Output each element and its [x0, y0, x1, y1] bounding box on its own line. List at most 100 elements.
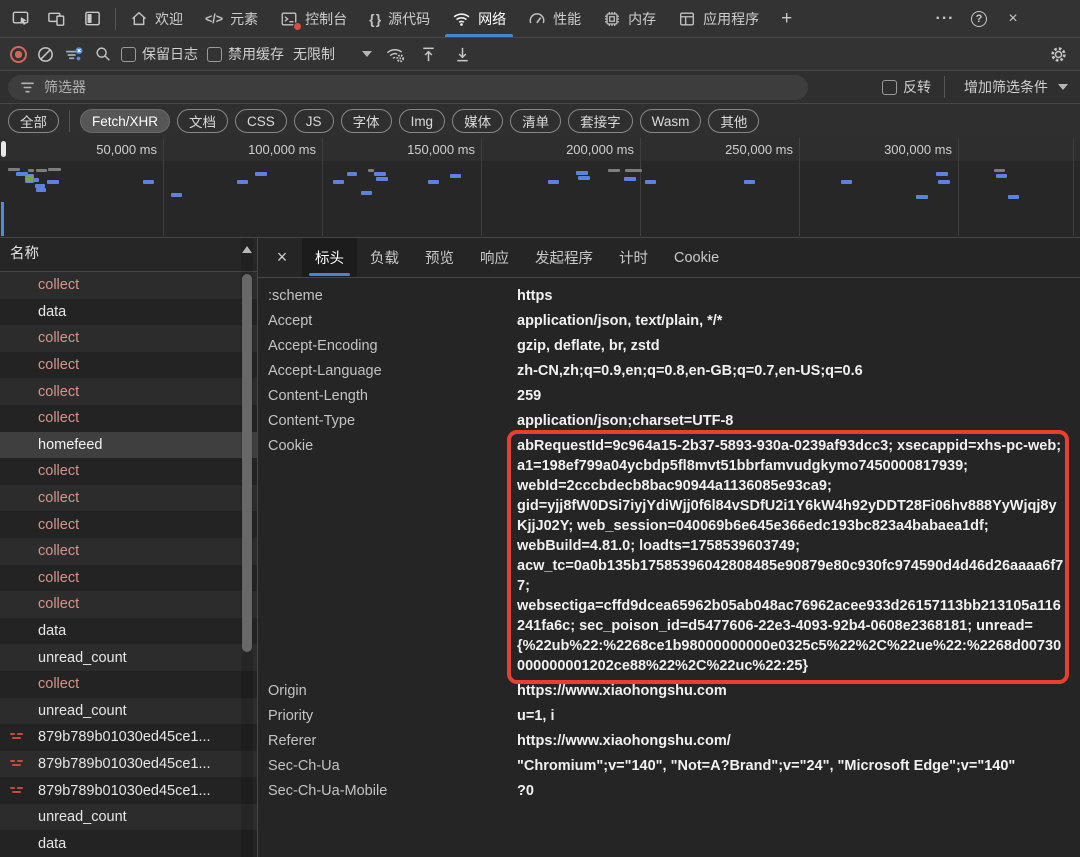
- type-chip-wasm[interactable]: Wasm: [640, 109, 702, 133]
- overview-handle[interactable]: [1, 141, 6, 157]
- cookie-value-wrap: abRequestId=9c964a15-2b37-5893-930a-0239…: [517, 436, 1066, 676]
- device-emulation-icon[interactable]: [38, 0, 74, 37]
- detail-tab-响应[interactable]: 响应: [467, 238, 522, 277]
- request-row[interactable]: data: [0, 618, 257, 645]
- tab-源代码[interactable]: { }源代码: [358, 0, 441, 37]
- tab-new[interactable]: +: [770, 0, 803, 37]
- request-row[interactable]: collect: [0, 458, 257, 485]
- detail-tab-Cookie[interactable]: Cookie: [661, 238, 732, 277]
- request-row[interactable]: collect: [0, 378, 257, 405]
- search-icon[interactable]: [94, 45, 112, 63]
- request-row[interactable]: collect: [0, 272, 257, 299]
- request-row[interactable]: 879b789b01030ed45ce1...: [0, 777, 257, 804]
- type-chip--[interactable]: 套接字: [568, 109, 633, 133]
- devtools-tabs: 欢迎</>元素控制台{ }源代码网络性能内存应用程序 +: [119, 0, 803, 37]
- detail-tabs: ×标头负载预览响应发起程序计时Cookie: [258, 238, 1080, 278]
- request-row[interactable]: unread_count: [0, 804, 257, 831]
- dock-side-icon[interactable]: [74, 0, 110, 37]
- header-value: u=1, i: [517, 706, 1066, 726]
- tab-内存[interactable]: 内存: [592, 0, 667, 37]
- request-row[interactable]: 879b789b01030ed45ce1...: [0, 751, 257, 778]
- header-value: abRequestId=9c964a15-2b37-5893-930a-0239…: [517, 436, 1066, 676]
- type-chip--[interactable]: 全部: [8, 109, 59, 133]
- settings-gear-icon[interactable]: [1049, 45, 1068, 64]
- request-row[interactable]: collect: [0, 485, 257, 512]
- checkbox[interactable]: [121, 47, 136, 62]
- detail-tab-计时[interactable]: 计时: [606, 238, 661, 277]
- request-row[interactable]: 879b789b01030ed45ce1...: [0, 724, 257, 751]
- plus-icon: +: [781, 9, 792, 28]
- clear-button[interactable]: [36, 45, 55, 64]
- waterfall-dash: [8, 168, 20, 171]
- filter-input[interactable]: 筛选器: [8, 75, 808, 100]
- filter-requests-icon[interactable]: [64, 45, 85, 64]
- detail-tab-标头[interactable]: 标头: [302, 238, 357, 277]
- close-icon[interactable]: ×: [998, 4, 1028, 34]
- network-conditions-icon[interactable]: [385, 45, 406, 64]
- type-chip--[interactable]: 媒体: [452, 109, 503, 133]
- devtools-tabbar-right: ···?×: [930, 0, 1080, 37]
- more-icon[interactable]: ···: [930, 4, 960, 34]
- type-chip--[interactable]: 清单: [510, 109, 561, 133]
- network-overview-timeline[interactable]: 50,000 ms100,000 ms150,000 ms200,000 ms2…: [0, 138, 1080, 238]
- request-row[interactable]: collect: [0, 671, 257, 698]
- request-row[interactable]: collect: [0, 405, 257, 432]
- request-row[interactable]: unread_count: [0, 644, 257, 671]
- disable-cache-checkbox[interactable]: 禁用缓存: [207, 44, 284, 64]
- request-row[interactable]: collect: [0, 591, 257, 618]
- request-row[interactable]: data: [0, 299, 257, 326]
- request-name: collect: [38, 357, 79, 373]
- tab-网络[interactable]: 网络: [441, 0, 517, 37]
- chevron-down-icon[interactable]: [1058, 84, 1068, 90]
- request-row[interactable]: collect: [0, 565, 257, 592]
- preserve-log-checkbox[interactable]: 保留日志: [121, 44, 198, 64]
- record-button[interactable]: [10, 46, 27, 63]
- request-row[interactable]: unread_count: [0, 698, 257, 725]
- tab-欢迎[interactable]: 欢迎: [119, 0, 194, 37]
- request-row[interactable]: collect: [0, 325, 257, 352]
- close-detail-button[interactable]: ×: [262, 238, 302, 277]
- chevron-down-icon[interactable]: [362, 51, 372, 57]
- request-row[interactable]: collect: [0, 511, 257, 538]
- header-key: Accept-Encoding: [268, 336, 517, 356]
- timeline-gridline: [640, 138, 641, 236]
- type-chip-fetch-xhr[interactable]: Fetch/XHR: [80, 109, 170, 133]
- type-chip--[interactable]: 其他: [708, 109, 759, 133]
- throttling-select[interactable]: 无限制: [293, 44, 335, 64]
- type-chip-img[interactable]: Img: [399, 109, 446, 133]
- detail-tab-预览[interactable]: 预览: [412, 238, 467, 277]
- request-row[interactable]: data: [0, 830, 257, 857]
- header-key: Accept-Language: [268, 361, 517, 381]
- invert-checkbox[interactable]: 反转: [882, 77, 931, 97]
- waterfall-dash: [36, 169, 47, 172]
- waterfall-dash: [645, 180, 656, 184]
- help-icon[interactable]: ?: [964, 4, 994, 34]
- header-value: https://www.xiaohongshu.com: [517, 681, 1066, 701]
- request-row[interactable]: collect: [0, 352, 257, 379]
- scrollbar-thumb[interactable]: [242, 274, 252, 652]
- media-playlist-icon: [10, 787, 23, 795]
- request-row[interactable]: homefeed: [0, 432, 257, 459]
- tab-应用程序[interactable]: 应用程序: [667, 0, 770, 37]
- checkbox[interactable]: [882, 80, 897, 95]
- header-key: :scheme: [268, 286, 517, 306]
- type-chip-css[interactable]: CSS: [235, 109, 287, 133]
- more-filters-button[interactable]: 增加筛选条件: [964, 77, 1048, 97]
- checkbox[interactable]: [207, 47, 222, 62]
- type-chip-js[interactable]: JS: [294, 109, 334, 133]
- scroll-up-arrow[interactable]: [242, 246, 252, 253]
- detail-tab-发起程序[interactable]: 发起程序: [522, 238, 606, 277]
- scrollbar[interactable]: [241, 238, 253, 857]
- export-har-icon[interactable]: [453, 45, 472, 64]
- inspect-icon[interactable]: [2, 0, 38, 37]
- tab-控制台[interactable]: 控制台: [269, 0, 358, 37]
- preserve-log-label: 保留日志: [142, 44, 198, 64]
- request-row[interactable]: collect: [0, 538, 257, 565]
- type-chip--[interactable]: 字体: [341, 109, 392, 133]
- import-har-icon[interactable]: [419, 45, 438, 64]
- name-column-header[interactable]: 名称: [0, 238, 257, 272]
- detail-tab-负载[interactable]: 负载: [357, 238, 412, 277]
- tab-元素[interactable]: </>元素: [194, 0, 269, 37]
- type-chip--[interactable]: 文档: [177, 109, 228, 133]
- tab-性能[interactable]: 性能: [517, 0, 592, 37]
